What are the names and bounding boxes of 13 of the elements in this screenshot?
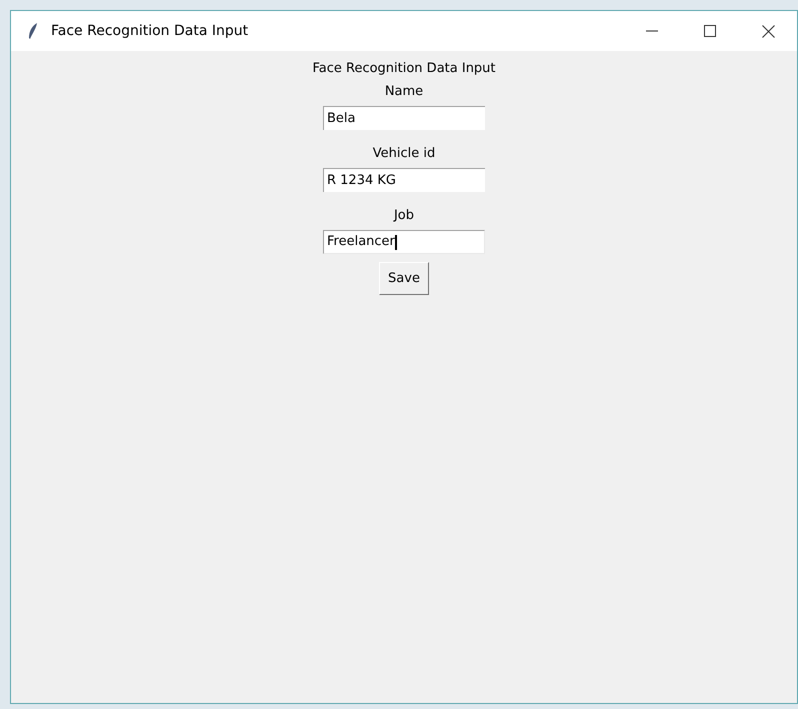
field-label: Vehicle id xyxy=(372,145,436,163)
window-title: Face Recognition Data Input xyxy=(51,22,248,40)
field-label: Name xyxy=(384,83,424,101)
input-field[interactable]: Bela xyxy=(323,106,485,130)
maximize-icon xyxy=(704,25,716,37)
save-button[interactable]: Save xyxy=(379,262,429,295)
minimize-icon xyxy=(646,30,658,32)
input-field[interactable]: Freelancer xyxy=(323,230,485,254)
input-field[interactable]: R 1234 KG xyxy=(323,168,485,192)
feather-icon xyxy=(27,22,39,40)
field-label: Job xyxy=(394,207,414,225)
close-icon xyxy=(762,24,774,38)
form-heading: Face Recognition Data Input xyxy=(312,60,496,78)
